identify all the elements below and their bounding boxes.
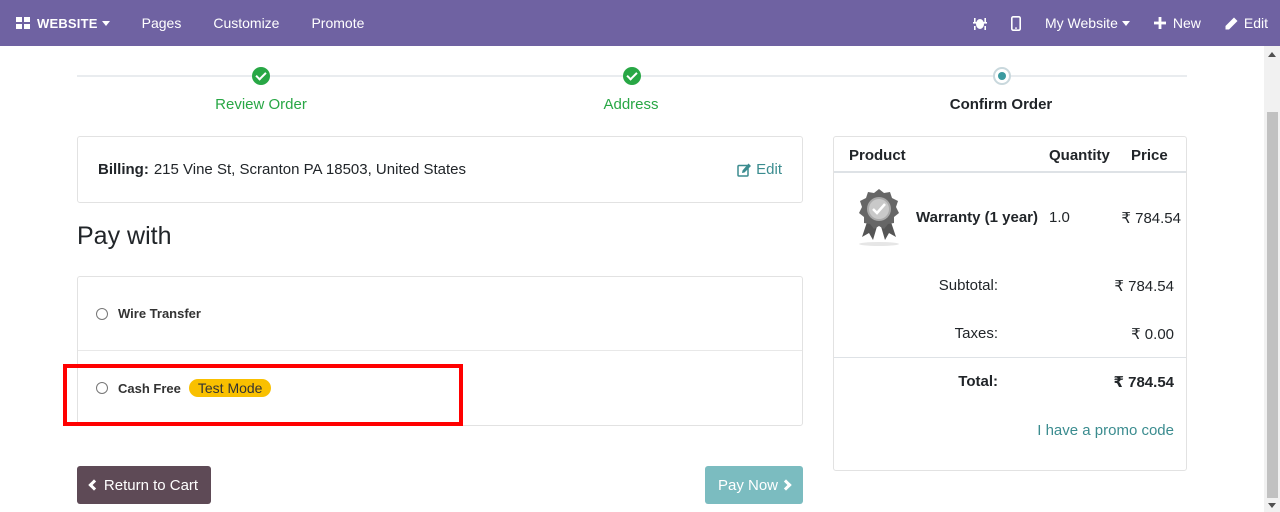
subtotal-label: Subtotal: [938,277,998,294]
promo-code-link[interactable]: I have a promo code [1037,422,1174,439]
wire-transfer-label: Wire Transfer [118,306,201,321]
scroll-down-arrow-icon[interactable] [1268,503,1276,508]
product-column-header: Product [849,147,906,164]
step-review-order[interactable]: Review Order [161,96,361,113]
website-navbar: WEBSITE Pages Customize Promote My Websi… [0,0,1280,46]
summary-header: Product Quantity Price [834,137,1186,173]
product-price: ₹ 784.54 [1121,210,1181,227]
billing-edit-link[interactable]: Edit [737,161,782,178]
edit-button[interactable]: Edit [1213,0,1280,46]
return-to-cart-button[interactable]: Return to Cart [77,466,211,504]
website-menu-label: WEBSITE [37,15,98,31]
total-label: Total: [958,373,998,390]
taxes-value: ₹ 0.00 [1131,326,1174,343]
caret-down-icon [101,20,110,26]
pay-now-button[interactable]: Pay Now [705,466,803,504]
promote-menu[interactable]: Promote [295,0,380,46]
scrollbar-thumb[interactable] [1267,112,1278,498]
new-label: New [1172,15,1201,31]
plus-icon [1153,17,1166,29]
step-confirm-order: Confirm Order [949,96,1053,113]
billing-edit-label: Edit [756,161,782,178]
product-name[interactable]: Warranty (1 year) [916,209,1038,226]
total-value: ₹ 784.54 [1113,374,1174,391]
quantity-column-header: Quantity [1049,147,1110,164]
pay-now-label: Pay Now [717,476,779,494]
return-to-cart-label: Return to Cart [103,476,199,494]
mobile-preview-button[interactable] [999,0,1033,46]
payment-option-wire-transfer[interactable]: Wire Transfer [78,277,802,351]
billing-card: Billing: 215 Vine St, Scranton PA 18503,… [77,136,803,203]
billing-label: Billing: [98,161,149,178]
customize-menu[interactable]: Customize [197,0,295,46]
scroll-up-arrow-icon[interactable] [1268,52,1276,57]
product-quantity: 1.0 [1049,209,1070,226]
order-summary: Product Quantity Price Warranty (1 year)… [833,136,1187,471]
apps-grid-icon [16,17,30,29]
my-website-menu[interactable]: My Website [1033,0,1142,46]
review-order-check-icon [252,67,270,85]
chevron-right-icon [780,479,792,491]
chevron-left-icon [88,479,100,491]
my-website-label: My Website [1044,15,1118,31]
confirm-order-current-icon [993,67,1011,85]
caret-down-icon [1121,20,1130,26]
billing-address: 215 Vine St, Scranton PA 18503, United S… [153,161,466,178]
summary-divider [834,357,1186,358]
price-column-header: Price [1131,147,1168,164]
subtotal-value: ₹ 784.54 [1114,278,1174,295]
edit-label: Edit [1243,15,1268,31]
website-menu[interactable]: WEBSITE [0,0,126,46]
taxes-label: Taxes: [954,325,998,342]
wire-transfer-radio[interactable] [96,307,108,320]
new-button[interactable]: New [1142,0,1213,46]
edit-square-icon [737,163,752,177]
page-scrollbar[interactable] [1264,46,1280,512]
bug-icon [972,18,987,30]
pencil-icon [1225,17,1238,29]
address-check-icon [623,67,641,85]
certificate-badge-icon [859,189,899,246]
pages-menu[interactable]: Pages [126,0,198,46]
debug-button[interactable] [961,0,999,46]
annotation-highlight-box [63,364,463,426]
step-address[interactable]: Address [531,96,731,113]
mobile-icon [1010,15,1021,31]
pay-with-title: Pay with [77,222,172,250]
